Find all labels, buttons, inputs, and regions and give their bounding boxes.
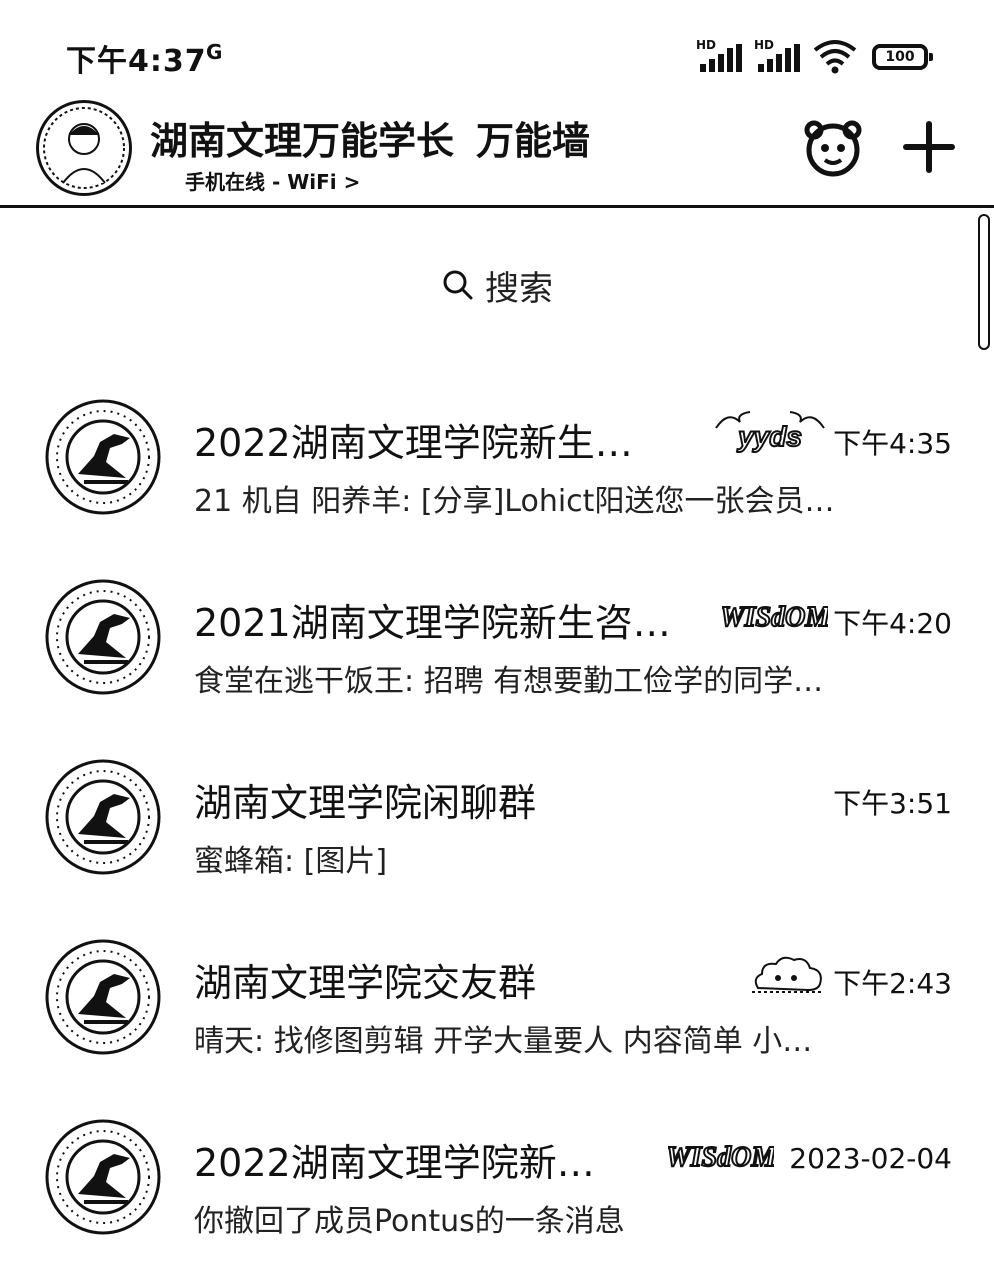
list-item[interactable]: 2021湖南文理学院新生咨… WISdOM 下午4:20 食堂在逃干饭王: 招聘… — [0, 560, 994, 730]
chat-preview: 蜜蜂箱: [图片] — [194, 844, 388, 879]
wisdom-badge-icon: WISdOM — [722, 601, 828, 634]
search-bar[interactable]: 搜索 — [0, 250, 994, 320]
search-icon — [443, 270, 473, 300]
plus-icon[interactable] — [896, 114, 962, 180]
theme-icon[interactable] — [800, 114, 866, 180]
group-avatar-icon — [45, 1119, 161, 1235]
signal-icon: HD — [696, 38, 746, 74]
chat-name: 2022湖南文理学院新… — [194, 1141, 595, 1185]
chat-time: 下午2:43 — [833, 967, 952, 1000]
chat-preview: 食堂在逃干饭王: 招聘 有想要勤工俭学的同学… — [194, 664, 824, 699]
group-avatar-icon — [45, 579, 161, 695]
status-bar: 下午4:37 G HD HD 100 — [0, 0, 994, 90]
page-title: 湖南文理万能学长 万能墙 — [150, 110, 590, 165]
chat-time: 下午4:35 — [833, 427, 952, 460]
avatar[interactable] — [36, 100, 132, 196]
signal-icon: HD — [754, 38, 804, 74]
chat-name: 2021湖南文理学院新生咨… — [194, 601, 671, 645]
chat-time: 下午4:20 — [833, 607, 952, 640]
header-title-suffix: 万能墙 — [476, 119, 591, 163]
status-extra-icon: G — [206, 40, 223, 64]
list-item[interactable]: 2022湖南文理学院新… WISdOM 2023-02-04 你撤回了成员Pon… — [0, 1100, 994, 1270]
status-time: 下午4:37 — [66, 44, 207, 79]
badge-text: WISdOM — [668, 1142, 774, 1173]
group-avatar-icon — [45, 759, 161, 875]
group-avatar-icon — [45, 399, 161, 515]
chat-time: 2023-02-04 — [789, 1142, 952, 1175]
online-status[interactable]: 手机在线 - WiFi > — [185, 166, 360, 195]
list-item[interactable]: 湖南文理学院交友群 下午2:43 晴天: 找修图剪辑 开学大量要人 内容简单 小… — [0, 920, 994, 1090]
status-icons: HD HD 100 — [696, 34, 933, 74]
chat-header: 湖南文理万能学长 万能墙 手机在线 - WiFi > — [0, 90, 994, 208]
badge-text: yyds — [736, 421, 802, 452]
chat-name: 2022湖南文理学院新生… — [194, 421, 633, 465]
avatar-icon — [43, 107, 125, 189]
chat-preview: 21 机自 阳养羊: [分享]Lohict阳送您一张会员… — [194, 484, 835, 519]
battery-icon: 100 — [872, 44, 933, 70]
wisdom-badge-icon: WISdOM — [668, 1141, 774, 1174]
wifi-icon — [813, 40, 857, 74]
list-item[interactable]: 湖南文理学院闲聊群 下午3:51 蜜蜂箱: [图片] — [0, 740, 994, 910]
search-label: 搜索 — [485, 268, 553, 309]
chat-name: 湖南文理学院交友群 — [194, 961, 537, 1005]
chat-time: 下午3:51 — [833, 787, 952, 820]
chat-preview: 你撤回了成员Pontus的一条消息 — [194, 1204, 625, 1239]
cloud-badge-icon — [752, 956, 824, 993]
group-avatar-icon — [45, 939, 161, 1055]
battery-level: 100 — [885, 49, 915, 65]
yyds-badge-icon: yyds — [715, 411, 825, 453]
chat-preview: 晴天: 找修图剪辑 开学大量要人 内容简单 小… — [194, 1024, 813, 1059]
badge-text: WISdOM — [722, 602, 828, 633]
header-title-text: 湖南文理万能学长 — [150, 119, 455, 163]
list-item[interactable]: 2022湖南文理学院新生… yyds 下午4:35 21 机自 阳养羊: [分享… — [0, 380, 994, 550]
chat-name: 湖南文理学院闲聊群 — [194, 781, 537, 825]
